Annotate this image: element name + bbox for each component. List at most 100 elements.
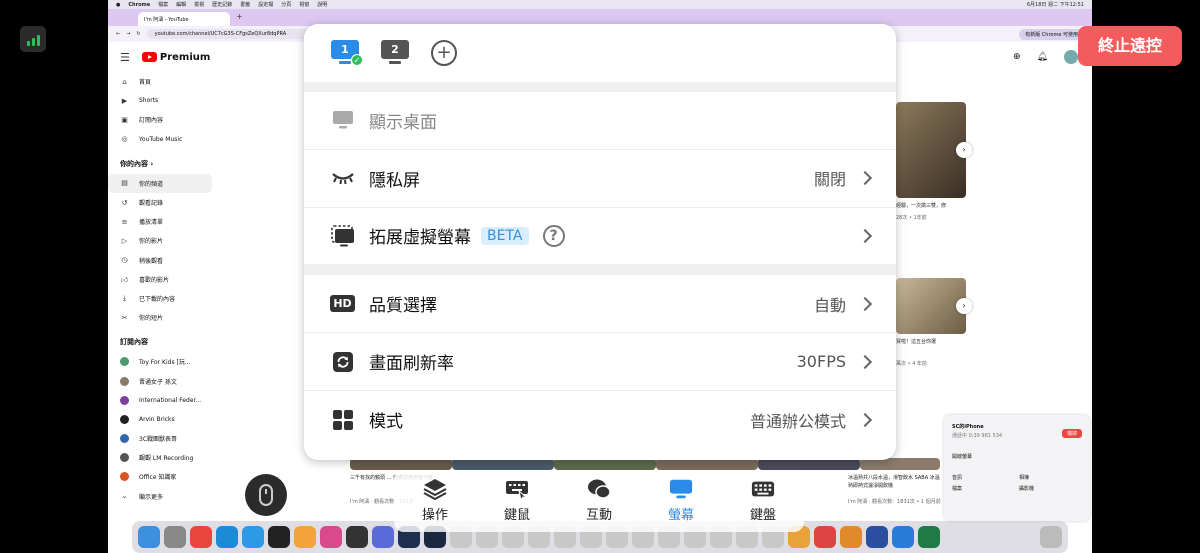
trash-icon[interactable] — [1040, 526, 1062, 548]
subscription-item[interactable]: 覲觀 LM Recording — [108, 448, 216, 467]
section-header-you[interactable]: 你的內容 › — [108, 149, 216, 174]
add-monitor-button[interactable]: + — [431, 40, 457, 66]
refresh-rate-row[interactable]: 畫面刷新率 30FPS — [304, 333, 896, 391]
toolbar-operate[interactable]: 操作 — [422, 479, 448, 523]
app-icon[interactable] — [866, 526, 888, 548]
affinity-icon[interactable] — [372, 526, 394, 548]
launchpad-icon[interactable] — [164, 526, 186, 548]
create-icon[interactable]: ⊕ — [1013, 52, 1021, 62]
bell-icon[interactable]: 🔔︎ — [1037, 52, 1048, 62]
sidebar-item-downloads[interactable]: ⤓ 已下載的內容 — [108, 289, 216, 308]
subscription-item[interactable]: 3C戰團獸表哥 — [108, 429, 216, 448]
back-icon[interactable]: ← — [116, 31, 120, 37]
virtual-screen-icon — [330, 225, 355, 247]
menu-item[interactable]: 說明 — [317, 1, 327, 8]
app-icon[interactable] — [892, 526, 914, 548]
toolbar-interact[interactable]: 互動 — [586, 479, 612, 523]
subscription-item[interactable]: Office 知識家 — [108, 467, 216, 486]
menu-item[interactable]: 書籤 — [240, 1, 250, 8]
menu-item[interactable]: 歷史記錄 — [212, 1, 232, 8]
toolbar-screen[interactable]: 螢幕 — [668, 479, 694, 523]
decline-button[interactable]: 擋掉 — [1061, 429, 1082, 438]
menu-item[interactable]: 檢視 — [194, 1, 204, 8]
app-option[interactable]: 相簿 — [1019, 474, 1082, 481]
sidebar-item-shorts[interactable]: ▶ Shorts — [108, 91, 216, 110]
monitor-1-button[interactable]: 1 ✓ — [331, 40, 363, 66]
forward-icon[interactable]: → — [126, 31, 130, 37]
itunes-icon[interactable] — [320, 526, 342, 548]
quality-row[interactable]: HD 品質選擇 自動 — [304, 275, 896, 334]
layers-icon — [423, 479, 447, 500]
menu-item[interactable]: 檔案 — [158, 1, 168, 8]
video-title[interactable]: 經驗，一次搞三雙，修 — [896, 202, 996, 210]
sidebar-item-label: YouTube Music — [139, 135, 183, 143]
finder-icon[interactable] — [138, 526, 160, 548]
subscription-item[interactable]: Toy For Kids [玩... — [108, 352, 216, 371]
menu-item[interactable]: 設定檔 — [258, 1, 273, 8]
obs-icon[interactable] — [346, 526, 368, 548]
sidebar-item-clips[interactable]: ✂ 你的短片 — [108, 308, 216, 327]
youtube-logo[interactable]: Premium — [141, 52, 210, 63]
app-option[interactable]: 檔案 — [952, 485, 1015, 492]
monitor-icon: 2 — [381, 40, 409, 59]
toolbar-keyboard-mouse[interactable]: 鍵鼠 — [504, 479, 530, 523]
menu-item[interactable]: 編輯 — [176, 1, 186, 8]
sidebar-item-label: 你的短片 — [139, 315, 164, 323]
channel-avatar — [120, 414, 129, 424]
sidebar-item-your-videos[interactable]: ▷ 你的影片 — [108, 231, 216, 250]
virtual-screen-row[interactable]: 拓展虛擬螢幕 BETA ? — [304, 208, 896, 266]
stop-remote-control-button[interactable]: 終止遠控 — [1078, 26, 1182, 66]
show-desktop-row[interactable]: 顯示桌面 — [304, 92, 896, 150]
mode-row[interactable]: 模式 普通辦公模式 — [304, 391, 896, 449]
safari-icon[interactable] — [242, 526, 264, 548]
channel-icon: ▤ — [121, 179, 128, 188]
update-chrome-badge[interactable]: 有新版 Chrome 可使用 — [1019, 28, 1084, 40]
browser-tab[interactable]: I'm 阿濤 - YouTube — [138, 12, 230, 26]
toolbar-label: 螢幕 — [667, 508, 694, 523]
menu-item[interactable]: 視窗 — [299, 1, 309, 8]
sidebar-item-liked[interactable]: 👍︎ 喜歡的影片 — [108, 270, 216, 289]
sidebar-item-home[interactable]: ⌂ 首頁 — [108, 72, 216, 91]
mode-value: 普通辦公模式 — [749, 411, 846, 431]
new-tab-icon[interactable]: + — [236, 12, 243, 21]
menu-icon[interactable]: ☰ — [120, 51, 130, 64]
sidebar-item-label: 訂閱內容 — [139, 117, 164, 125]
final-cut-icon[interactable] — [268, 526, 290, 548]
iphone-continuity-panel[interactable]: SC的iPhone 通話中 0:39 981 534 擋掉 開啟螢幕 音訊 相簿… — [944, 415, 1090, 521]
sidebar-item-playlists[interactable]: ≡ 播放清單 — [108, 212, 216, 231]
help-icon[interactable]: ? — [542, 224, 565, 247]
chrome-icon[interactable] — [190, 526, 212, 548]
subscription-item[interactable]: International Feder... — [108, 391, 216, 410]
video-meta: 28次 • 1年前 — [896, 215, 927, 221]
row-label: 顯示桌面 — [369, 112, 437, 133]
excel-icon[interactable] — [918, 526, 940, 548]
sidebar-item-watch-later[interactable]: ◷ 稍後觀看 — [108, 251, 216, 270]
menu-item[interactable]: 分頁 — [281, 1, 291, 8]
mouse-mode-button[interactable] — [245, 474, 287, 516]
app-icon[interactable] — [814, 526, 836, 548]
app-option[interactable]: 攝影機 — [1019, 485, 1082, 492]
reload-icon[interactable]: ↻ — [136, 31, 140, 37]
edge-icon[interactable] — [216, 526, 238, 548]
privacy-screen-row[interactable]: 隱私屏 關閉 — [304, 150, 896, 208]
avatar[interactable] — [1064, 50, 1078, 64]
sidebar-item-subscriptions[interactable]: ▣ 訂閱內容 — [108, 110, 216, 129]
photos-icon[interactable] — [294, 526, 316, 548]
subscription-item[interactable]: 晋通女子 孫文 — [108, 371, 216, 390]
chevron-right-icon — [857, 296, 873, 311]
video-title[interactable]: 冰溫熟共八段水溫，滑智飲水 SABA 冰溫熟即熱式濾淨開飲機 — [848, 474, 942, 490]
sidebar-item-music[interactable]: ◎ YouTube Music — [108, 130, 216, 149]
monitor-2-button[interactable]: 2 — [381, 40, 409, 66]
show-more-item[interactable]: ⌄ 顯示更多 — [108, 487, 216, 506]
sidebar-item-history[interactable]: ↺ 觀看記錄 — [108, 193, 216, 212]
toolbar-keyboard[interactable]: 鍵盤 — [750, 479, 776, 523]
sidebar-item-channel[interactable]: ▤ 你的頻道 — [108, 173, 212, 193]
video-title[interactable]: 買啦！這五台你選 — [896, 338, 996, 346]
chevron-right-icon[interactable]: › — [956, 298, 972, 314]
video-icon: ▷ — [121, 236, 128, 245]
app-option[interactable]: 音訊 — [952, 474, 1015, 481]
chevron-right-icon[interactable]: › — [956, 142, 972, 158]
subscription-item[interactable]: Arvin Bricks — [108, 410, 216, 429]
chevron-right-icon — [857, 171, 873, 186]
app-icon[interactable] — [840, 526, 862, 548]
